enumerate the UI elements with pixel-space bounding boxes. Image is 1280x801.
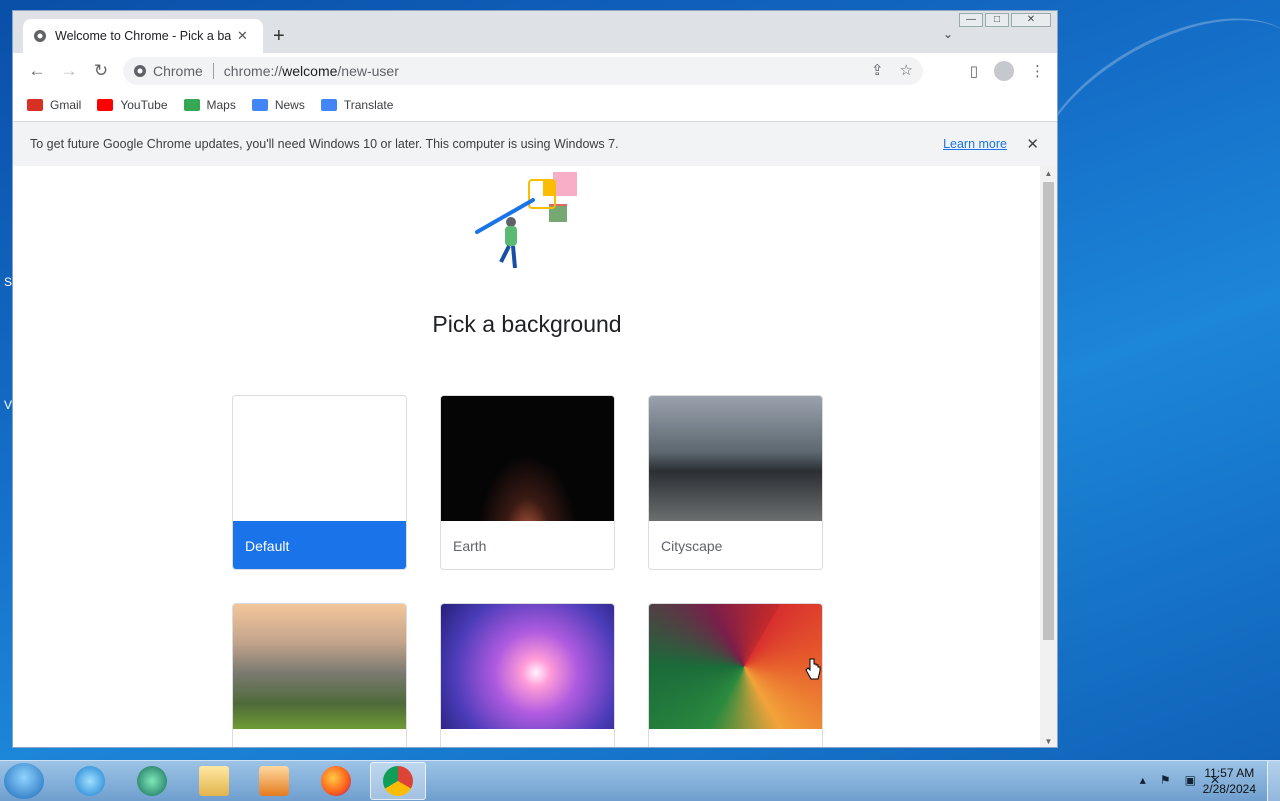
profile-avatar-icon[interactable] (994, 61, 1014, 81)
background-label: Default (233, 521, 406, 569)
chrome-icon (383, 766, 413, 796)
action-center-flag-icon[interactable]: ⚑ (1160, 773, 1171, 787)
chrome-window: — □ ✕ Welcome to Chrome - Pick a backg ✕… (12, 10, 1058, 748)
bookmark-maps[interactable]: Maps (183, 98, 236, 112)
background-option-art[interactable]: Art (440, 603, 615, 747)
scroll-thumb[interactable] (1043, 182, 1054, 640)
bookmark-label: News (274, 98, 305, 112)
taskbar-app-green[interactable] (124, 762, 180, 800)
background-option-cityscape[interactable]: Cityscape (648, 395, 823, 570)
desktop-icon-label-fragment: V (4, 398, 13, 412)
taskbar-explorer[interactable] (186, 762, 242, 800)
side-panel-icon[interactable]: ▯ (970, 62, 978, 80)
page-scrollbar[interactable]: ▲ ▼ (1040, 166, 1057, 747)
chrome-menu-icon[interactable]: ⋮ (1030, 62, 1045, 80)
background-label: Landscape (233, 729, 406, 747)
toolbar: ← → ↻ Chrome chrome://welcome/new-user ⇪… (13, 53, 1057, 89)
scroll-up-icon[interactable]: ▲ (1040, 169, 1057, 178)
bookmark-label: Translate (343, 98, 394, 112)
reload-button[interactable]: ↻ (85, 61, 117, 81)
background-label: Cityscape (661, 538, 723, 554)
learn-more-link[interactable]: Learn more (943, 137, 1007, 151)
scroll-down-icon[interactable]: ▼ (1040, 737, 1057, 746)
bookmarks-bar: Gmail YouTube Maps News Translate (13, 89, 1057, 122)
tab-title: Welcome to Chrome - Pick a backg (55, 29, 231, 43)
youtube-icon (97, 99, 114, 111)
media-player-icon (259, 766, 289, 796)
globe-icon (34, 30, 46, 42)
show-hidden-icons-icon[interactable]: ▴ (1140, 773, 1146, 787)
internet-explorer-icon (75, 766, 105, 796)
bookmark-label: Gmail (50, 98, 82, 112)
site-chip: Chrome (153, 63, 203, 79)
tab-strip: Welcome to Chrome - Pick a backg ✕ + ⌄ (13, 11, 1057, 53)
bookmark-youtube[interactable]: YouTube (97, 98, 168, 112)
bookmark-label: YouTube (120, 98, 168, 112)
start-button[interactable] (4, 763, 44, 799)
background-label: Art (441, 729, 614, 747)
bookmark-label: Maps (206, 98, 236, 112)
translate-icon (320, 99, 337, 111)
background-label: Earth (453, 538, 487, 554)
bookmark-news[interactable]: News (251, 98, 305, 112)
windows-update-infobar: To get future Google Chrome updates, you… (13, 122, 1057, 167)
mouse-cursor-icon (805, 658, 821, 680)
taskbar-firefox[interactable] (308, 762, 364, 800)
new-tab-button[interactable]: + (273, 25, 285, 48)
painter-illustration (475, 172, 577, 269)
share-icon[interactable]: ⇪ (871, 61, 884, 79)
desktop-icon-label-fragment: S (4, 275, 13, 289)
infobar-message: To get future Google Chrome updates, you… (30, 137, 619, 151)
background-option-landscape[interactable]: Landscape (232, 603, 407, 747)
bookmark-star-icon[interactable]: ☆ (900, 61, 913, 79)
windows-taskbar: ▴ ⚑ ▣ ✕ 11:57 AM 2/28/2024 (0, 760, 1280, 801)
taskbar-media-player[interactable] (246, 762, 302, 800)
chrome-site-icon (134, 65, 146, 77)
background-thumbnail (233, 604, 406, 729)
page-title: Pick a background (432, 311, 622, 337)
background-option-default[interactable]: Default (232, 395, 407, 570)
tab-welcome[interactable]: Welcome to Chrome - Pick a backg ✕ (23, 19, 263, 53)
tab-close-icon[interactable]: ✕ (237, 28, 248, 44)
background-option-geometric-shapes[interactable]: Geometric shapes (648, 603, 823, 747)
media-app-icon (137, 766, 167, 796)
network-icon[interactable]: ▣ (1185, 773, 1196, 787)
background-thumbnail (649, 604, 822, 729)
infobar-close-icon[interactable]: ✕ (1026, 135, 1039, 153)
clock-time: 11:57 AM (1204, 766, 1255, 780)
address-bar[interactable]: Chrome chrome://welcome/new-user ⇪ ☆ (123, 57, 923, 85)
tab-search-button[interactable]: ⌄ (943, 27, 953, 41)
firefox-icon (321, 766, 351, 796)
bookmark-translate[interactable]: Translate (320, 98, 394, 112)
taskbar-chrome[interactable] (370, 762, 426, 800)
gmail-icon (27, 99, 43, 111)
maps-icon (183, 99, 200, 111)
taskbar-clock[interactable]: 11:57 AM 2/28/2024 (1203, 765, 1256, 797)
background-thumbnail (441, 604, 614, 729)
show-desktop-button[interactable] (1267, 761, 1280, 801)
news-icon (251, 99, 268, 111)
forward-button[interactable]: → (53, 61, 85, 81)
back-button[interactable]: ← (21, 61, 53, 81)
taskbar-internet-explorer[interactable] (62, 762, 118, 800)
bookmark-gmail[interactable]: Gmail (27, 98, 81, 112)
background-label: Geometric shapes (649, 729, 822, 747)
folder-icon (199, 766, 229, 796)
address-divider (212, 63, 214, 79)
welcome-page: Pick a background Default Earth Cityscape L… (13, 166, 1041, 747)
url-text: chrome://welcome/new-user (223, 63, 399, 79)
background-thumbnail (649, 396, 822, 521)
background-thumbnail (233, 396, 406, 521)
background-thumbnail (441, 396, 614, 521)
clock-date: 2/28/2024 (1202, 782, 1256, 796)
background-option-earth[interactable]: Earth (440, 395, 615, 570)
